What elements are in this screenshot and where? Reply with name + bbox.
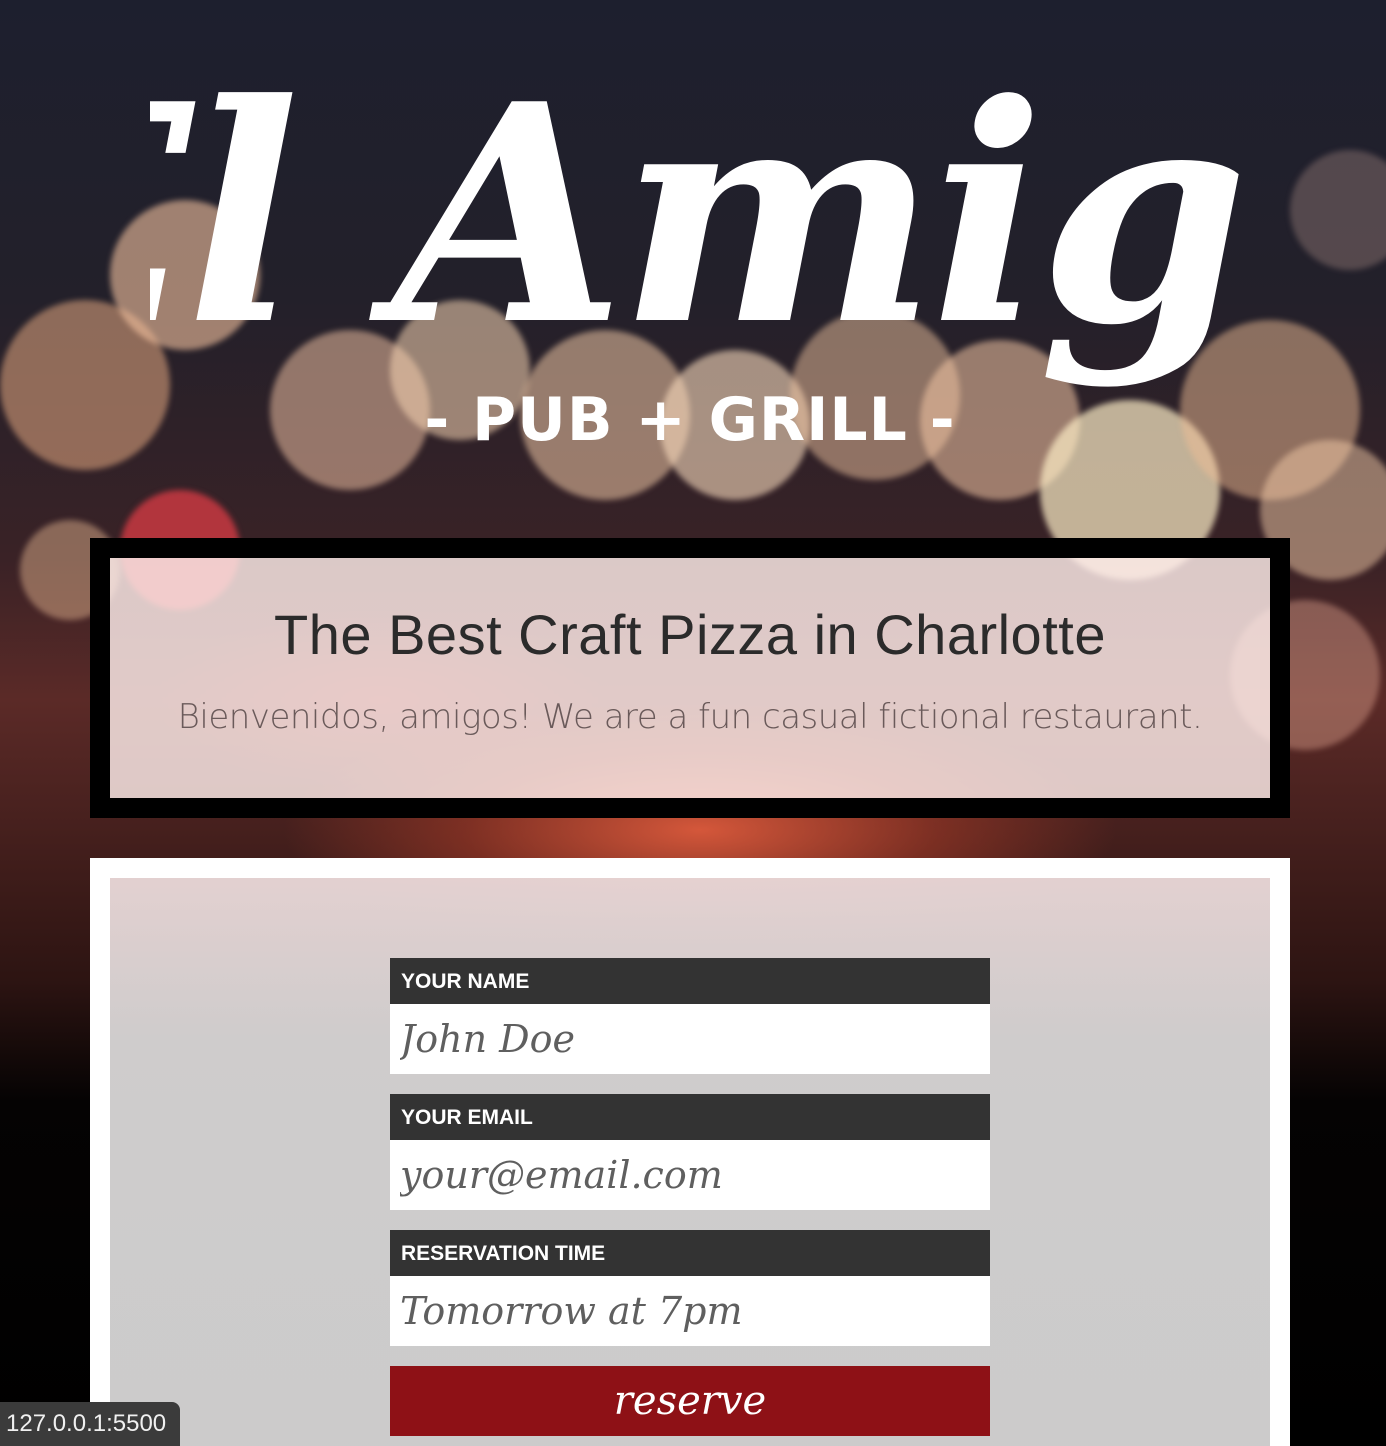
logo-tagline: - PUB + GRILL - <box>424 385 955 455</box>
email-field: YOUR EMAIL <box>390 1094 990 1210</box>
hero-title: The Best Craft Pizza in Charlotte <box>274 603 1106 666</box>
page: El Amigo - PUB + GRILL - The Best Craft … <box>0 0 1386 1446</box>
reservation-section: YOUR NAME YOUR EMAIL RESERVATION TIME re… <box>90 858 1290 1446</box>
status-bar-url: 127.0.0.1:5500 <box>0 1402 181 1446</box>
email-input[interactable] <box>390 1140 990 1210</box>
logo-graphic: El Amigo - PUB + GRILL - <box>0 38 1386 455</box>
hero-subtitle: Bienvenidos, amigos! We are a fun casual… <box>177 697 1203 737</box>
name-field: YOUR NAME <box>390 958 990 1074</box>
email-label: YOUR EMAIL <box>390 1094 990 1140</box>
reservation-time-label: RESERVATION TIME <box>390 1230 990 1276</box>
bokeh-light <box>1290 150 1386 270</box>
reserve-button[interactable]: reserve <box>390 1366 990 1436</box>
el-amigo-logo: El Amigo - PUB + GRILL - <box>0 20 1386 490</box>
hero-box: The Best Craft Pizza in Charlotte Bienve… <box>90 538 1290 818</box>
reservation-time-field: RESERVATION TIME <box>390 1230 990 1346</box>
bokeh-light <box>0 300 170 470</box>
name-label: YOUR NAME <box>390 958 990 1004</box>
reservation-time-input[interactable] <box>390 1276 990 1346</box>
name-input[interactable] <box>390 1004 990 1074</box>
logo-wordmark: El Amigo <box>150 38 1250 391</box>
reservation-form: YOUR NAME YOUR EMAIL RESERVATION TIME re… <box>390 958 990 1436</box>
